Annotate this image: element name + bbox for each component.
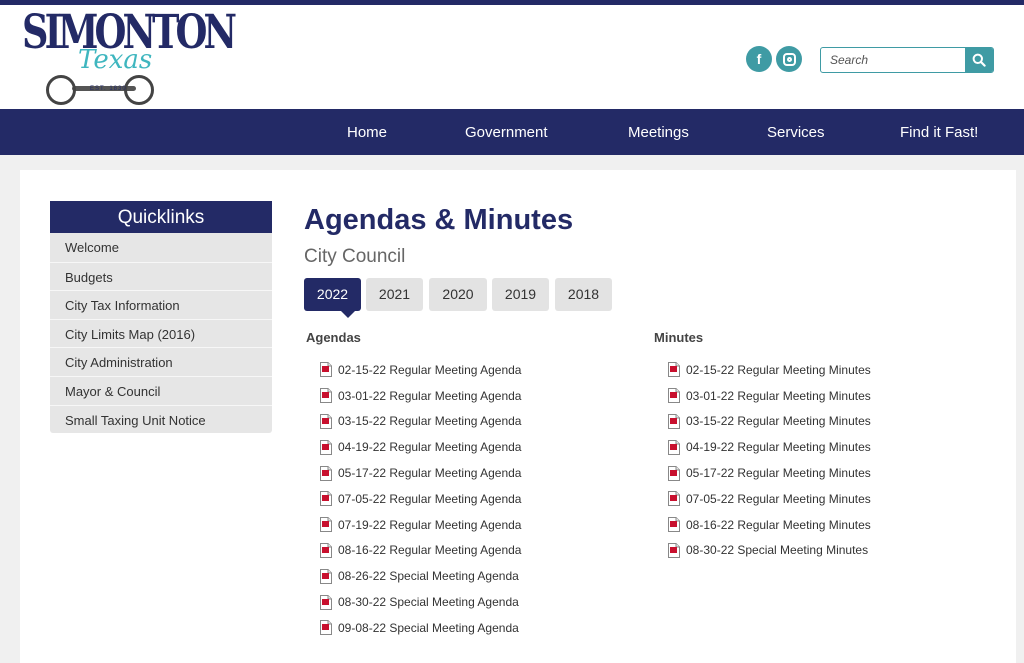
nav-find-it-fast[interactable]: Find it Fast!: [900, 109, 978, 155]
pdf-file-icon: [668, 388, 680, 404]
agenda-link[interactable]: 09-08-22 Special Meeting Agenda: [320, 615, 521, 641]
active-tab-caret: [341, 311, 355, 318]
site-logo[interactable]: SIMONTON Texas EST. 1830: [20, 9, 237, 109]
agendas-heading: Agendas: [306, 330, 361, 345]
agendas-list: 02-15-22 Regular Meeting Agenda 03-01-22…: [320, 357, 521, 641]
logo-ring-right: [124, 75, 154, 105]
agenda-link[interactable]: 03-15-22 Regular Meeting Agenda: [320, 409, 521, 435]
search-button[interactable]: [965, 48, 993, 72]
minutes-heading: Minutes: [654, 330, 704, 345]
tab-2018[interactable]: 2018: [555, 278, 612, 311]
quicklinks-list: Welcome Budgets City Tax Information Cit…: [50, 233, 272, 434]
agenda-label: 03-15-22 Regular Meeting Agenda: [338, 414, 522, 429]
agenda-link[interactable]: 05-17-22 Regular Meeting Agenda: [320, 460, 521, 486]
minutes-label: 04-19-22 Regular Meeting Minutes: [686, 440, 871, 455]
pdf-file-icon: [320, 439, 332, 455]
agenda-link[interactable]: 08-30-22 Special Meeting Agenda: [320, 589, 521, 615]
page-subtitle: City Council: [304, 246, 406, 267]
agenda-label: 05-17-22 Regular Meeting Agenda: [338, 466, 522, 481]
tab-2021[interactable]: 2021: [366, 278, 423, 311]
minutes-link[interactable]: 05-17-22 Regular Meeting Minutes: [668, 460, 871, 486]
minutes-link[interactable]: 07-05-22 Regular Meeting Minutes: [668, 486, 871, 512]
minutes-label: 07-05-22 Regular Meeting Minutes: [686, 491, 871, 506]
pdf-file-icon: [320, 620, 332, 636]
agenda-link[interactable]: 02-15-22 Regular Meeting Agenda: [320, 357, 521, 383]
instagram-icon[interactable]: [776, 46, 802, 72]
minutes-link[interactable]: 08-16-22 Regular Meeting Minutes: [668, 512, 871, 538]
quicklink-city-tax-information[interactable]: City Tax Information: [50, 290, 272, 319]
pdf-file-icon: [668, 491, 680, 507]
pdf-file-icon: [320, 542, 332, 558]
pdf-file-icon: [668, 465, 680, 481]
minutes-label: 03-01-22 Regular Meeting Minutes: [686, 388, 871, 403]
facebook-icon[interactable]: f: [746, 46, 772, 72]
agenda-link[interactable]: 04-19-22 Regular Meeting Agenda: [320, 434, 521, 460]
quicklink-city-limits-map[interactable]: City Limits Map (2016): [50, 318, 272, 348]
minutes-link[interactable]: 08-30-22 Special Meeting Minutes: [668, 538, 871, 564]
pdf-file-icon: [668, 413, 680, 429]
minutes-list: 02-15-22 Regular Meeting Minutes 03-01-2…: [668, 357, 871, 563]
quicklink-small-taxing-unit-notice[interactable]: Small Taxing Unit Notice: [50, 404, 272, 434]
search-input[interactable]: [821, 48, 967, 72]
logo-established: EST. 1830: [90, 86, 127, 92]
agenda-label: 08-30-22 Special Meeting Agenda: [338, 595, 519, 610]
tab-2022[interactable]: 2022: [304, 278, 361, 311]
quicklink-budgets[interactable]: Budgets: [50, 261, 272, 291]
tab-2019[interactable]: 2019: [492, 278, 549, 311]
pdf-file-icon: [668, 439, 680, 455]
nav-government[interactable]: Government: [465, 109, 548, 155]
pdf-file-icon: [320, 362, 332, 378]
agenda-label: 07-05-22 Regular Meeting Agenda: [338, 491, 522, 506]
minutes-label: 08-16-22 Regular Meeting Minutes: [686, 517, 871, 532]
logo-ring-left: [46, 75, 76, 105]
page-title: Agendas & Minutes: [304, 204, 574, 236]
agenda-label: 08-16-22 Regular Meeting Agenda: [338, 543, 522, 558]
logo-script: Texas: [78, 45, 153, 75]
minutes-label: 03-15-22 Regular Meeting Minutes: [686, 414, 871, 429]
quicklink-welcome[interactable]: Welcome: [50, 233, 272, 262]
main-nav: Home Government Meetings Services Find i…: [0, 109, 1024, 155]
agenda-label: 09-08-22 Special Meeting Agenda: [338, 620, 519, 635]
nav-home[interactable]: Home: [347, 109, 387, 155]
nav-services[interactable]: Services: [767, 109, 825, 155]
agenda-link[interactable]: 07-19-22 Regular Meeting Agenda: [320, 512, 521, 538]
agenda-label: 02-15-22 Regular Meeting Agenda: [338, 362, 522, 377]
minutes-label: 08-30-22 Special Meeting Minutes: [686, 543, 869, 558]
pdf-file-icon: [320, 594, 332, 610]
pdf-file-icon: [320, 491, 332, 507]
tab-2020[interactable]: 2020: [429, 278, 487, 311]
pdf-file-icon: [320, 568, 332, 584]
minutes-label: 05-17-22 Regular Meeting Minutes: [686, 466, 871, 481]
minutes-link[interactable]: 03-15-22 Regular Meeting Minutes: [668, 409, 871, 435]
main-content: Quicklinks Welcome Budgets City Tax Info…: [20, 170, 1016, 663]
site-header: SIMONTON Texas EST. 1830 f: [0, 5, 1024, 109]
agenda-label: 03-01-22 Regular Meeting Agenda: [338, 388, 522, 403]
pdf-file-icon: [320, 465, 332, 481]
search-icon: [972, 53, 986, 67]
pdf-file-icon: [668, 542, 680, 558]
agenda-label: 04-19-22 Regular Meeting Agenda: [338, 440, 522, 455]
agenda-link[interactable]: 08-16-22 Regular Meeting Agenda: [320, 538, 521, 564]
minutes-link[interactable]: 03-01-22 Regular Meeting Minutes: [668, 383, 871, 409]
agenda-link[interactable]: 08-26-22 Special Meeting Agenda: [320, 563, 521, 589]
pdf-file-icon: [668, 517, 680, 533]
agenda-link[interactable]: 07-05-22 Regular Meeting Agenda: [320, 486, 521, 512]
minutes-link[interactable]: 02-15-22 Regular Meeting Minutes: [668, 357, 871, 383]
instagram-glyph: [782, 52, 796, 66]
pdf-file-icon: [668, 362, 680, 378]
facebook-glyph: f: [756, 51, 762, 67]
quicklink-mayor-council[interactable]: Mayor & Council: [50, 375, 272, 405]
nav-meetings[interactable]: Meetings: [628, 109, 689, 155]
pdf-file-icon: [320, 388, 332, 404]
agenda-label: 08-26-22 Special Meeting Agenda: [338, 569, 519, 584]
minutes-link[interactable]: 04-19-22 Regular Meeting Minutes: [668, 434, 871, 460]
quicklink-city-administration[interactable]: City Administration: [50, 347, 272, 376]
pdf-file-icon: [320, 413, 332, 429]
agenda-link[interactable]: 03-01-22 Regular Meeting Agenda: [320, 383, 521, 409]
quicklinks-title: Quicklinks: [50, 201, 272, 233]
search-box: [820, 47, 994, 73]
pdf-file-icon: [320, 517, 332, 533]
minutes-label: 02-15-22 Regular Meeting Minutes: [686, 362, 871, 377]
agenda-label: 07-19-22 Regular Meeting Agenda: [338, 517, 522, 532]
